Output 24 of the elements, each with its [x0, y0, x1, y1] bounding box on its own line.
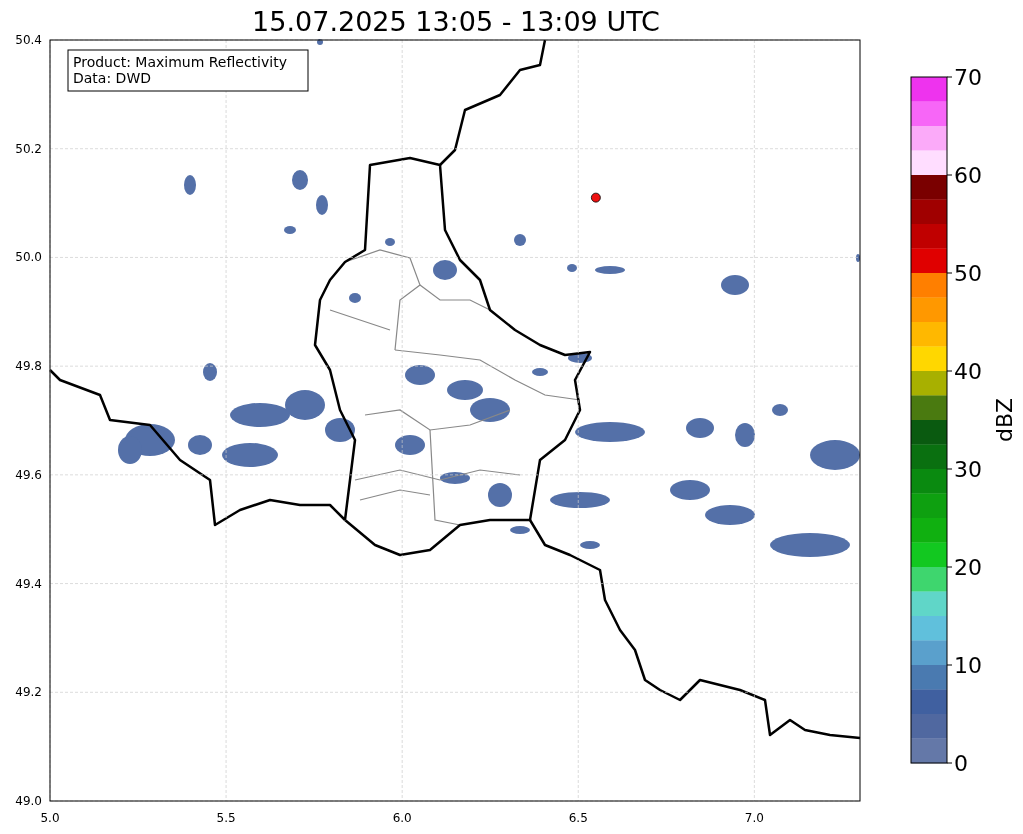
axis-tick-label: 49.8 — [15, 359, 42, 374]
axis-tick-label: 6.0 — [392, 811, 412, 825]
colorbar-tick-label: 40 — [954, 359, 982, 384]
axis-tick-label: 50.2 — [15, 141, 42, 156]
colorbar-tick-label: 20 — [954, 555, 982, 580]
colorbar-tick-label: 70 — [954, 65, 982, 90]
axis-tick-label: 7.0 — [744, 811, 764, 825]
info-box: Product: Maximum Reflectivity Data: DWD — [67, 49, 309, 92]
colorbar-label: dBZ — [992, 397, 1017, 443]
axis-tick-label: 49.2 — [15, 685, 42, 700]
colorbar-tick-label: 60 — [954, 163, 982, 188]
chart-title: 15.07.2025 13:05 - 13:09 UTC — [252, 6, 660, 37]
axis-tick-label: 6.5 — [568, 811, 588, 825]
axis-tick-label: 49.6 — [15, 467, 42, 482]
axis-tick-label: 5.0 — [40, 811, 60, 825]
axis-tick-label: 49.0 — [15, 794, 42, 808]
colorbar-tick-label: 30 — [954, 457, 982, 482]
axis-tick-label: 5.5 — [216, 811, 236, 825]
axis-tick-label: 50.4 — [15, 33, 42, 47]
axis-tick-label: 49.4 — [15, 576, 42, 591]
colorbar-tick-label: 10 — [954, 653, 982, 678]
colorbar-tick-label: 0 — [954, 751, 968, 776]
colorbar-tick-label: 50 — [954, 261, 982, 286]
axis-tick-label: 50.0 — [15, 250, 42, 265]
